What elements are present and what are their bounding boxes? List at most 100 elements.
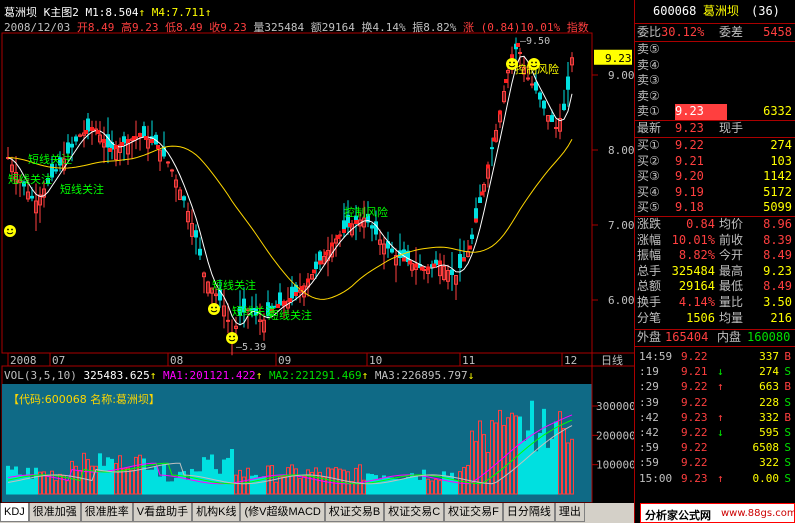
volume-bar (110, 458, 114, 495)
annotation-label: 控制风险 (344, 205, 388, 219)
volume-bar (398, 479, 402, 495)
kline-svg[interactable]: 9.00 8.00 7.00 6.00 9.23 —9.50 —5.39 2008 07 08 09… (0, 0, 634, 503)
candle-body (554, 127, 558, 129)
signal-dot (414, 263, 418, 268)
volume-bar (202, 457, 206, 495)
tab-4[interactable]: 机构K线 (192, 503, 241, 522)
current-price-tag: 9.23 (605, 52, 632, 65)
tab-10[interactable]: 理出 (554, 503, 585, 522)
signal-dot (84, 130, 88, 134)
signal-dot (432, 263, 436, 268)
volume-bar (146, 469, 150, 495)
tick-row: 14:59 9.22 337 B (639, 350, 791, 363)
tab-9[interactable]: 日分隔线 (502, 503, 555, 522)
y-tick-label: 7.00 (608, 219, 634, 232)
tab-1[interactable]: 很准加强 (28, 503, 81, 522)
vol-value: 325483.625 (83, 369, 150, 382)
candle-body (86, 118, 90, 132)
smiley-eye (215, 306, 217, 309)
tab-0[interactable]: KDJ (0, 503, 29, 522)
volume-header: VOL(3,5,10) 325483.625↑ MA1:201121.422↑ … (4, 369, 475, 382)
signal-dot (96, 130, 100, 134)
volume-bar (190, 468, 194, 495)
candle-body (518, 52, 522, 54)
tab-5[interactable]: (修V超级MACD (240, 503, 325, 522)
signal-dot (156, 145, 160, 149)
high-marker: —9.50 (520, 36, 550, 47)
signal-dot (144, 136, 148, 140)
volume-bar (530, 400, 534, 495)
volume-bar (98, 453, 102, 495)
signal-dot (126, 139, 130, 143)
tab-3[interactable]: V看盘助手 (132, 503, 193, 522)
main-chart-area[interactable]: 葛洲坝 K主图2 M1:8.504↑ M4:7.711↑ 2008/12/03 … (0, 0, 634, 523)
candle-body (166, 161, 170, 164)
smiley-eye (7, 228, 9, 231)
outer-inner-row: 外盘 165404 内盘 160080 (637, 330, 791, 344)
volume-bar (406, 476, 410, 495)
signal-dot (336, 235, 340, 239)
signal-dot (498, 110, 502, 115)
footer-brand-name: 分析家公式网 (645, 509, 711, 522)
tab-8[interactable]: 权证交易F (444, 503, 503, 522)
volume-bar (210, 454, 214, 495)
tab-6[interactable]: 权证交易B (324, 503, 385, 522)
signal-dot (300, 286, 304, 290)
buy-row-1: 买① 9.22 274 (637, 138, 792, 152)
signal-dot (468, 245, 472, 250)
footer-brand[interactable]: 分析家公式网 www.88gs.com (640, 503, 795, 523)
volume-bar (26, 467, 30, 495)
smiley-eye (513, 61, 515, 64)
buy-row-3: 买③ 9.20 1142 (637, 169, 792, 184)
signal-dot (330, 242, 334, 247)
y-tick-label: 8.00 (608, 144, 634, 157)
candle-body (530, 83, 534, 86)
volume-bar (222, 459, 226, 495)
signal-dot (288, 298, 292, 302)
candle-body (370, 225, 374, 229)
volume-bar (534, 451, 538, 495)
signal-dot (282, 301, 286, 305)
tab-7[interactable]: 权证交易C (384, 503, 445, 522)
vol-ma1: MA1:201121.422 (162, 369, 256, 382)
signal-dot (318, 260, 322, 265)
footer-url: www.88gs.com (721, 508, 795, 519)
candle-body (182, 196, 186, 201)
volume-bar (166, 481, 170, 495)
smiley-eye (229, 335, 231, 338)
candle-body (566, 76, 570, 90)
candle-body (194, 230, 198, 238)
vol-y-tick-label: 200000 (596, 429, 634, 442)
tick-row: :19 9.21 ↓ 274 S (639, 365, 791, 379)
tick-row: :42 9.22 ↓ 595 S (639, 426, 791, 439)
vol-y-tick-label: 300000 (596, 400, 634, 413)
signal-dot (138, 133, 142, 137)
signal-dot (504, 79, 508, 83)
ma4-line (7, 139, 573, 300)
sell-row-2: 卖② (637, 88, 660, 103)
candle-body (66, 142, 70, 154)
stat-row: 换手 4.14% 量比 3.50 (637, 295, 792, 309)
indicator-tabs: KDJ 很准加强 很准胜率 V看盘助手 机构K线 (修V超级MACD 权证交易B 权证交易C 权… (0, 503, 634, 523)
smiley-eye (535, 61, 537, 64)
tick-row: :59 9.22 6508 S (639, 441, 791, 455)
signal-dot (492, 137, 496, 142)
y-tick-label: 9.00 (608, 69, 634, 82)
candle-body (534, 82, 538, 91)
tick-row: :29 9.22 ↑ 663 B (639, 380, 791, 394)
low-marker: —5.39 (236, 342, 266, 353)
volume-bar (542, 408, 546, 495)
tab-2[interactable]: 很准胜率 (80, 503, 133, 522)
candle-body (542, 100, 546, 109)
signal-dot (294, 292, 298, 296)
stat-row: 振幅 8.82% 今开 8.49 (637, 248, 792, 263)
quote-panel: 600068 葛洲坝 (36) 委比 30.12% 委差 5458 卖⑤ 卖④ 卖③… (634, 0, 795, 523)
candle-body (226, 319, 230, 322)
smiley-icon (506, 58, 518, 70)
vol-ma2: MA2:221291.469 (268, 369, 362, 382)
volume-bar (158, 476, 162, 495)
annotation-label: 短线关注 (60, 182, 104, 196)
stat-row: 总额 29164 最低 8.49 (637, 279, 792, 294)
volume-bar (414, 475, 418, 495)
volume-bar (162, 464, 166, 495)
